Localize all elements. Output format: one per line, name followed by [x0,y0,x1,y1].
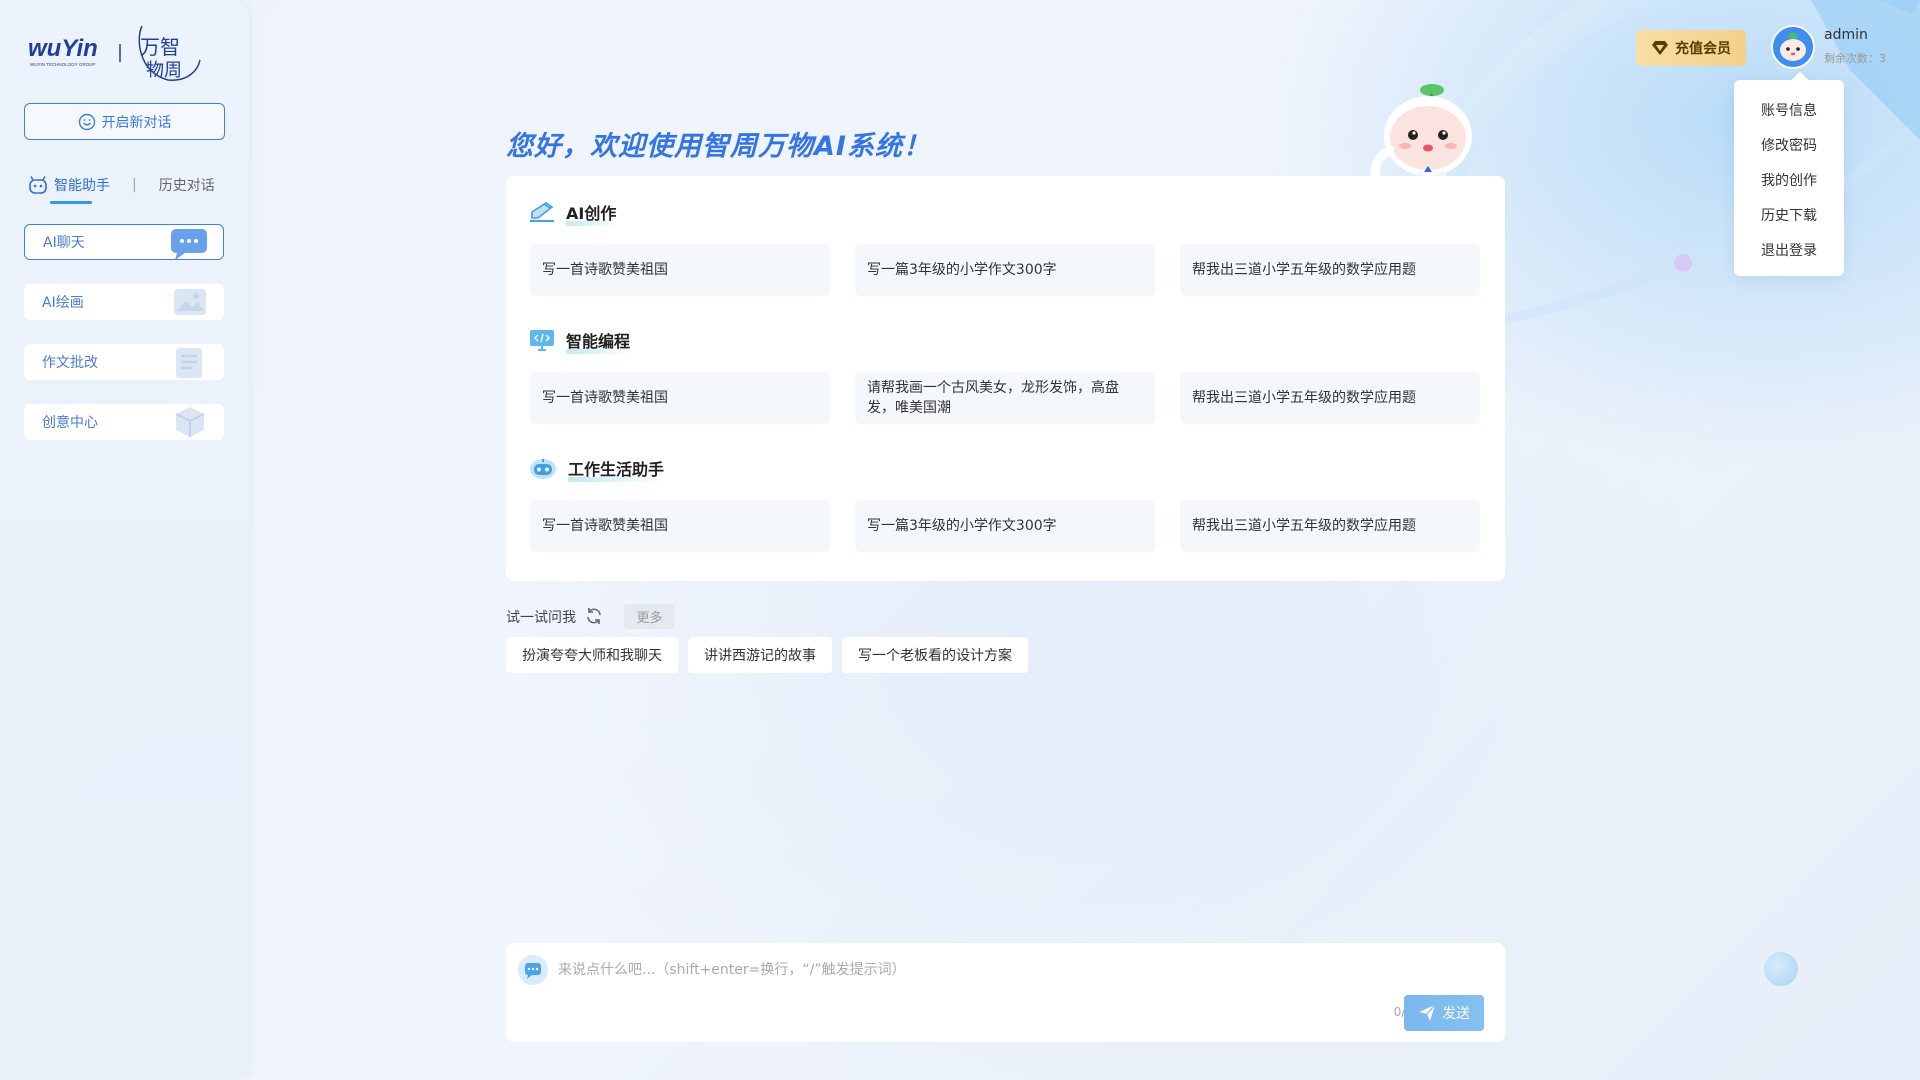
sidebar-item-label: AI聊天 [43,235,85,251]
cube-icon [175,407,205,437]
suggestion-chip[interactable]: 扮演夸夸大师和我聊天 [506,637,678,673]
section-ai-creation-title: AI创作 [528,200,617,226]
send-label: 发送 [1442,1006,1470,1022]
vip-label: 充值会员 [1675,41,1731,57]
decor-bubble-large [1764,952,1798,986]
prompt-card[interactable]: 写一首诗歌赞美祖国 [530,244,830,296]
decor-bubble-small [1674,254,1692,272]
robot-icon [530,459,556,479]
sidebar: wuYin WUYIN TECHNOLOGY GROUP 万智 物周 开启新对话… [0,0,249,1080]
try-asking-label: 试一试问我 [506,610,576,626]
edit-pen-icon [530,202,554,222]
diamond-icon [1652,41,1668,55]
document-icon [176,348,202,378]
prompt-card[interactable]: 请帮我画一个古风美女，龙形发饰，高盘发，唯美国潮 [855,372,1155,424]
svg-text:WUYIN TECHNOLOGY GROUP: WUYIN TECHNOLOGY GROUP [30,62,95,67]
sidebar-item-ai-chat[interactable]: AI聊天 [24,224,224,260]
avatar[interactable] [1771,25,1815,69]
user-menu-dropdown: 账号信息 修改密码 我的创作 历史下载 退出登录 [1734,80,1844,276]
mascot-avatar-icon [1773,27,1813,67]
refresh-icon[interactable] [584,606,604,626]
tab-separator: | [132,177,137,193]
chat-composer: 0/2000 发送 [506,943,1505,1042]
section-title-label: AI创作 [566,200,617,226]
send-button[interactable]: 发送 [1404,995,1484,1031]
sidebar-item-creative-center[interactable]: 创意中心 [24,404,224,440]
more-button[interactable]: 更多 [624,604,675,629]
remaining-count: 剩余次数：3 [1824,52,1886,65]
prompt-card[interactable]: 写一篇3年级的小学作文300字 [855,244,1155,296]
tab-assistant-label: 智能助手 [54,178,110,194]
prompt-card[interactable]: 帮我出三道小学五年级的数学应用题 [1180,372,1480,424]
sidebar-item-label: 创意中心 [42,415,98,431]
username: admin [1824,27,1868,43]
new-chat-button[interactable]: 开启新对话 [24,103,225,140]
prompt-card[interactable]: 帮我出三道小学五年级的数学应用题 [1180,500,1480,552]
section-title-label: 工作生活助手 [568,456,665,482]
logo-graphic: wuYin WUYIN TECHNOLOGY GROUP 万智 物周 [28,25,201,81]
vip-recharge-button[interactable]: 充值会员 [1636,30,1746,66]
menu-item-my-creations[interactable]: 我的创作 [1761,164,1817,199]
chat-bubble-icon [171,229,207,259]
paper-plane-icon [1419,1004,1436,1021]
new-chat-label: 开启新对话 [101,114,172,131]
section-work-life-title: 工作生活助手 [528,456,665,482]
sidebar-tabs: 智能助手 | 历史对话 [28,170,228,204]
svg-text:物周: 物周 [146,60,182,81]
svg-text:万智: 万智 [140,35,180,59]
sidebar-item-essay-review[interactable]: 作文批改 [24,344,224,380]
section-smart-coding-title: 智能编程 [528,328,631,354]
prompt-card[interactable]: 写一首诗歌赞美祖国 [530,372,830,424]
code-monitor-icon [530,330,554,351]
suggestion-chip[interactable]: 讲讲西游记的故事 [688,637,832,673]
menu-item-logout[interactable]: 退出登录 [1761,234,1817,269]
smile-chat-icon [78,113,95,130]
sidebar-item-label: AI绘画 [42,295,84,311]
section-title-label: 智能编程 [566,328,631,354]
suggestion-chip[interactable]: 写一个老板看的设计方案 [842,637,1028,673]
chat-input[interactable] [558,959,1458,983]
menu-item-account-info[interactable]: 账号信息 [1761,94,1817,129]
prompt-card[interactable]: 帮我出三道小学五年级的数学应用题 [1180,244,1480,296]
image-icon [174,289,206,315]
chat-input-icon [518,955,548,985]
tab-assistant[interactable]: 智能助手 [28,175,110,204]
prompt-card[interactable]: 写一篇3年级的小学作文300字 [855,500,1155,552]
menu-item-change-password[interactable]: 修改密码 [1761,129,1817,164]
sidebar-item-ai-draw[interactable]: AI绘画 [24,284,224,320]
brand-logo: wuYin WUYIN TECHNOLOGY GROUP 万智 物周 [28,20,208,84]
svg-text:wuYin: wuYin [28,35,98,62]
sidebar-item-label: 作文批改 [42,355,98,371]
welcome-title: 您好，欢迎使用智周万物AI系统！ [506,131,931,162]
prompt-card[interactable]: 写一首诗歌赞美祖国 [530,500,830,552]
menu-item-download-history[interactable]: 历史下载 [1761,199,1817,234]
prompt-panel: AI创作 写一首诗歌赞美祖国 写一篇3年级的小学作文300字 帮我出三道小学五年… [506,176,1505,581]
robot-face-icon [29,176,47,194]
tab-history[interactable]: 历史对话 [159,175,215,195]
